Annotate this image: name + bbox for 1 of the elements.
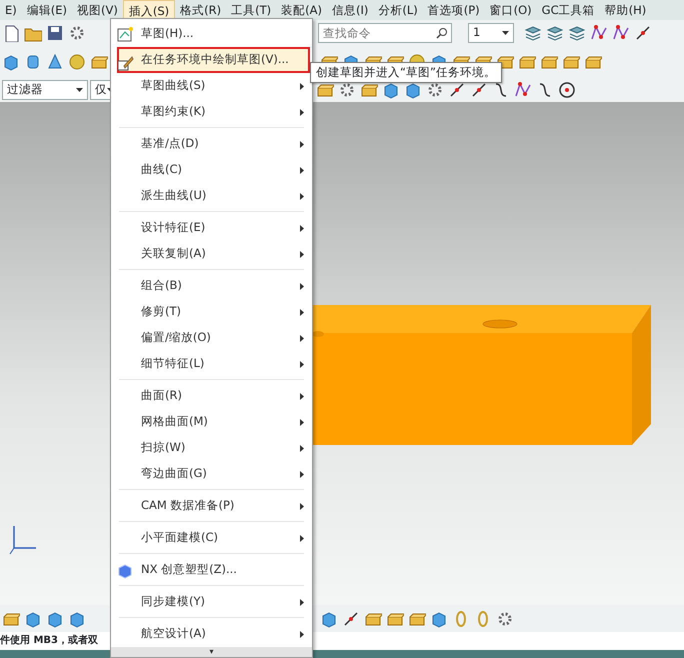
tooltip: 创建草图并进入“草图”任务环境。: [310, 62, 502, 84]
